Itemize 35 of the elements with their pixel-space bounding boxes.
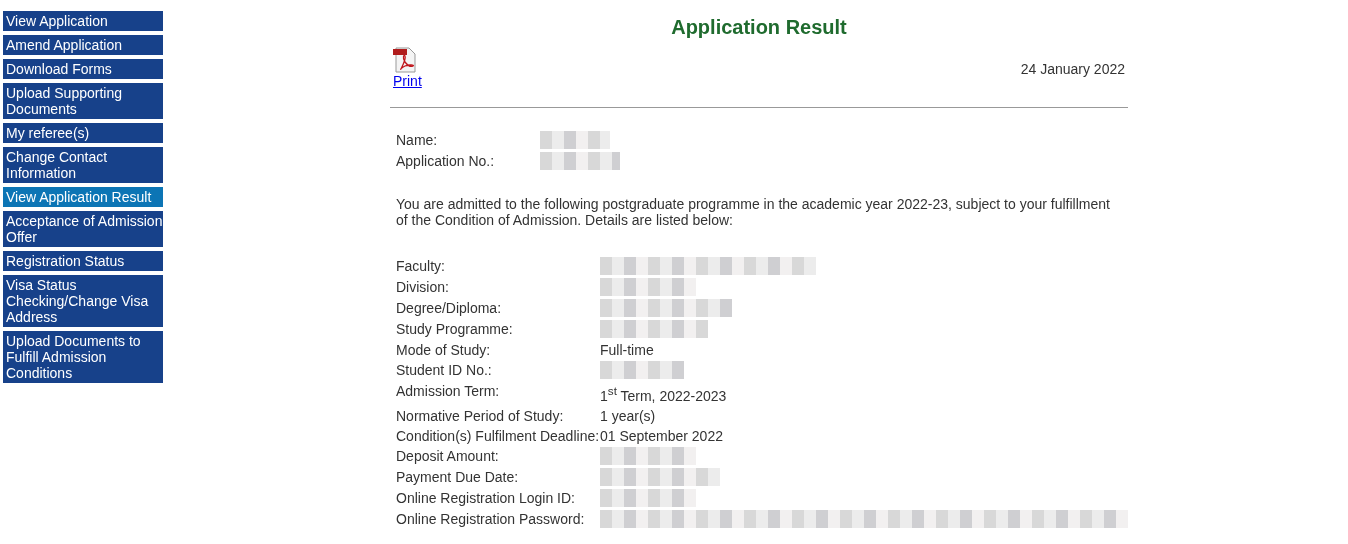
- field-label: Name:: [396, 132, 439, 149]
- date-text: 24 January 2022: [1020, 61, 1125, 77]
- field-label: Online Registration Password:: [396, 510, 586, 528]
- field-label: Study Programme:: [396, 321, 514, 338]
- field-label: Payment Due Date:: [396, 468, 520, 486]
- field-label: Normative Period of Study:: [396, 407, 565, 424]
- sidebar-item[interactable]: Acceptance of Admission Offer: [3, 211, 163, 247]
- field-value: 01 September 2022: [600, 427, 724, 444]
- sidebar-item[interactable]: View Application: [3, 11, 163, 31]
- field-label: Admission Term:: [396, 383, 501, 401]
- field-label: Division:: [396, 279, 450, 296]
- sidebar-item[interactable]: Visa Status Checking/Change Visa Address: [3, 275, 163, 327]
- sidebar-item[interactable]: Change Contact Information: [3, 147, 163, 183]
- sidebar-item[interactable]: My referee(s): [3, 123, 163, 143]
- field-label: Condition(s) Fulfilment Deadline:: [396, 427, 600, 444]
- sidebar-item[interactable]: Upload Documents to Fulfill Admission Conditions: [3, 331, 163, 383]
- pdf-file-icon[interactable]: [393, 47, 417, 73]
- sidebar-item[interactable]: Registration Status: [3, 251, 163, 271]
- sidebar-item[interactable]: Upload Supporting Documents: [3, 83, 163, 119]
- sidebar-item[interactable]: Download Forms: [3, 59, 163, 79]
- print-link[interactable]: Print: [393, 73, 422, 89]
- page-title: Application Result: [670, 15, 848, 39]
- admission-message: You are admitted to the following postgraduate programme in the academic year 2022-23, subject to your fulfillment of the Condition of Admission. Details are listed below:: [395, 196, 1111, 228]
- sidebar-item[interactable]: Amend Application: [3, 35, 163, 55]
- sidebar-item[interactable]: View Application Result: [3, 187, 163, 207]
- field-label: Application No.:: [396, 153, 496, 170]
- field-label: Mode of Study:: [396, 342, 492, 358]
- field-label: Faculty:: [396, 258, 446, 275]
- field-value: Full-time: [600, 342, 655, 358]
- field-value: 1$^{st}$ Term, 2022-2023: [600, 383, 728, 404]
- field-value: 1 year(s): [600, 407, 657, 424]
- field-label: Student ID No.:: [396, 362, 493, 379]
- field-label: Deposit Amount:: [396, 447, 500, 465]
- field-label: Degree/Diploma:: [396, 300, 503, 317]
- field-label: Online Registration Login ID:: [396, 489, 576, 507]
